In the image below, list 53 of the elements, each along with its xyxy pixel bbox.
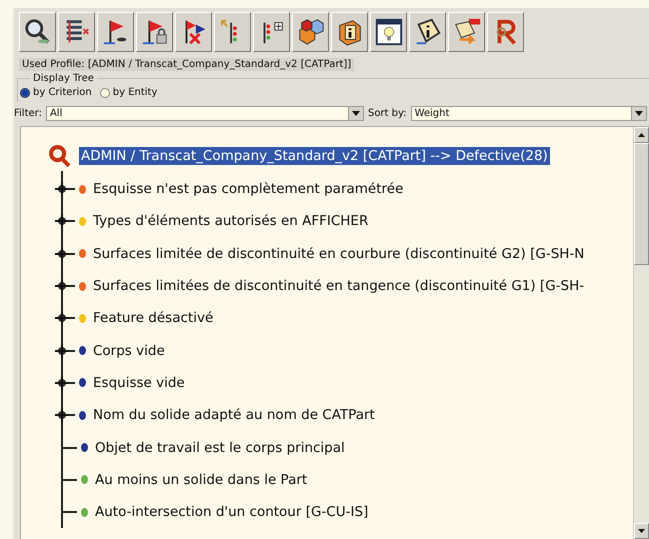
toolbar-button[interactable] xyxy=(448,12,485,52)
filter-dropdown[interactable]: All xyxy=(46,106,364,121)
toolbar-button[interactable] xyxy=(370,12,407,52)
tree-item[interactable]: Types d'éléments autorisés en AFFICHER xyxy=(93,213,368,230)
toolbar-button[interactable] xyxy=(136,12,173,52)
tree-item[interactable]: Au moins un solide dans le Part xyxy=(95,472,308,488)
toolbar-button[interactable] xyxy=(292,12,329,52)
expand-icon[interactable] xyxy=(55,214,69,228)
radio-label: by Entity xyxy=(112,87,158,98)
caret-icon xyxy=(635,111,643,116)
toolbar-button[interactable] xyxy=(58,12,95,52)
tree-item[interactable]: Objet de travail est le corps principal xyxy=(95,440,345,456)
caret-icon xyxy=(352,111,360,116)
toolbar-button[interactable] xyxy=(19,12,56,52)
group-title: Display Tree xyxy=(32,73,95,84)
expand-icon[interactable] xyxy=(55,376,69,390)
up-arrow-icon xyxy=(638,133,645,137)
sort-dropdown[interactable]: Weight xyxy=(410,106,647,121)
tree-item[interactable]: Esquisse vide xyxy=(93,374,185,391)
toolbar-button[interactable] xyxy=(409,12,446,52)
tree-item[interactable]: Auto-intersection d'un contour [G-CU-IS] xyxy=(95,504,368,520)
profile-label: Used Profile: [ADMIN / Transcat_Company_Standard_v2 [CATPart]] xyxy=(19,58,354,71)
expand-icon[interactable] xyxy=(55,246,69,261)
scroll-thumb[interactable] xyxy=(634,143,649,265)
expand-icon[interactable] xyxy=(55,344,69,358)
toolbar-button[interactable] xyxy=(487,12,524,52)
tree-item[interactable]: Surfaces limitée de discontinuité en courbure (discontinuité G2) [G-SH-N xyxy=(93,246,584,262)
expand-icon[interactable] xyxy=(55,408,69,422)
toolbar-button[interactable] xyxy=(253,12,290,52)
expand-icon[interactable] xyxy=(55,279,69,294)
radio-label: by Criterion xyxy=(33,87,92,98)
down-arrow-icon xyxy=(638,529,645,533)
toolbar-button[interactable] xyxy=(214,12,251,52)
sort-label: Sort by: xyxy=(368,108,407,119)
radio-button[interactable] xyxy=(100,88,110,98)
lightbulb-icon xyxy=(374,17,404,47)
expand-icon[interactable] xyxy=(55,311,69,326)
root-icon xyxy=(47,143,73,169)
tree-item[interactable]: Surfaces limitées de discontinuité en tangence (discontinuité G1) [G-SH- xyxy=(93,278,584,294)
toolbar-button[interactable] xyxy=(97,12,134,52)
tree-item[interactable]: Corps vide xyxy=(93,342,165,359)
scrollbar[interactable] xyxy=(633,127,649,539)
tree-item[interactable]: Nom du solide adapté au nom de CATPart xyxy=(93,407,375,424)
scroll-down-button[interactable] xyxy=(634,523,649,539)
filter-label: Filter: xyxy=(14,108,42,119)
radio-button[interactable] xyxy=(20,88,30,98)
tree-item[interactable]: Feature désactivé xyxy=(93,310,214,326)
expand-icon[interactable] xyxy=(55,182,69,196)
tree-root[interactable]: ADMIN / Transcat_Company_Standard_v2 [CATPart] --> Defective(28) xyxy=(79,147,550,165)
tree-item[interactable]: Esquisse n'est pas complètement paramétrée xyxy=(93,181,404,198)
scroll-up-button[interactable] xyxy=(634,127,649,143)
toolbar-button[interactable] xyxy=(331,12,368,52)
toolbar-button[interactable] xyxy=(175,12,212,52)
